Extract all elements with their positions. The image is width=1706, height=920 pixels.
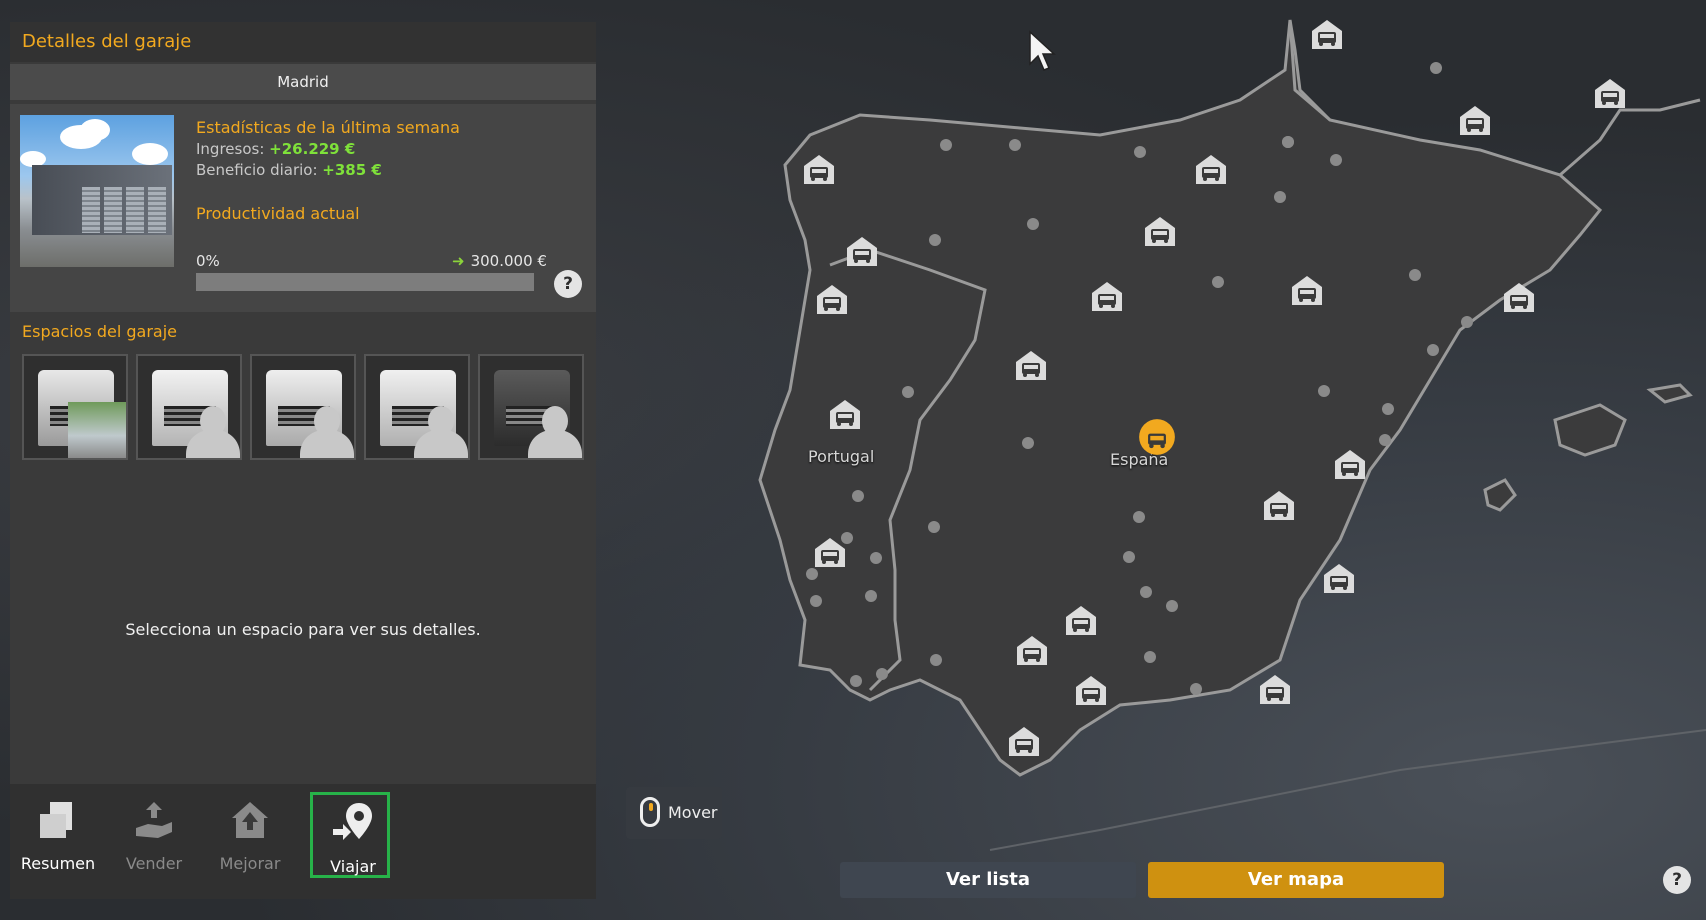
- garage-slot[interactable]: [478, 354, 584, 460]
- map-help-button[interactable]: ?: [1663, 866, 1691, 894]
- garage-pin-icon[interactable]: [828, 397, 862, 431]
- productivity-max: ➜ 300.000 €: [452, 252, 584, 270]
- driver-placeholder-icon: [298, 400, 354, 458]
- garage-pin-icon[interactable]: [1502, 280, 1536, 314]
- mallorca: [1553, 403, 1627, 457]
- travel-button[interactable]: Viajar: [310, 792, 390, 878]
- garage-pin-icon[interactable]: [1014, 348, 1048, 382]
- garage-photo: [20, 115, 174, 267]
- daily-profit-value: +385 €: [322, 161, 382, 179]
- garage-pin-icon[interactable]: [1074, 673, 1108, 707]
- garage-pin-icon[interactable]: [1310, 17, 1344, 51]
- garage-slot[interactable]: [136, 354, 242, 460]
- home-garage-pin[interactable]: [1138, 418, 1176, 456]
- stats-box: Estadísticas de la última semana Ingreso…: [10, 104, 596, 312]
- garage-pin-icon[interactable]: [813, 535, 847, 569]
- garage-pin-icon[interactable]: [1290, 273, 1324, 307]
- garage-city: Madrid: [10, 64, 596, 100]
- productivity-min: 0%: [196, 252, 220, 270]
- garage-pin-icon[interactable]: [1090, 279, 1124, 313]
- income-label: Ingresos:: [196, 140, 265, 158]
- summary-button[interactable]: Resumen: [18, 792, 98, 878]
- mover-hint: Mover: [626, 787, 722, 839]
- garage-pin-icon[interactable]: [1064, 603, 1098, 637]
- arrow-right-icon: ➜: [452, 252, 465, 270]
- daily-profit-row: Beneficio diario: +385 €: [196, 161, 382, 179]
- daily-profit-label: Beneficio diario:: [196, 161, 318, 179]
- view-map-button[interactable]: Ver mapa: [1148, 862, 1444, 898]
- productivity-help-button[interactable]: ?: [554, 270, 582, 298]
- france-coast: [1559, 98, 1701, 177]
- garage-slots-heading: Espacios del garaje: [22, 322, 178, 341]
- garage-slot[interactable]: [22, 354, 128, 460]
- driver-placeholder-icon: [184, 400, 240, 458]
- documents-icon: [40, 802, 72, 838]
- garage-actions-bar: Resumen Vender Mejorar Viajar: [10, 784, 596, 899]
- upgrade-button[interactable]: Mejorar: [210, 792, 290, 878]
- sell-button[interactable]: Vender: [114, 792, 194, 878]
- house-upgrade-icon: [232, 802, 268, 838]
- driver-placeholder-icon: [412, 400, 468, 458]
- garage-pin-icon[interactable]: [1593, 76, 1627, 110]
- menorca: [1646, 383, 1693, 404]
- garage-pin-icon[interactable]: [1194, 152, 1228, 186]
- garage-pin-icon[interactable]: [1262, 488, 1296, 522]
- mouse-icon: [640, 797, 660, 827]
- mover-label: Mover: [668, 803, 718, 822]
- country-label-portugal: Portugal: [808, 447, 875, 466]
- stats-heading: Estadísticas de la última semana: [196, 118, 460, 137]
- africa-coast: [989, 729, 1706, 851]
- garage-pin-icon[interactable]: [1143, 214, 1177, 248]
- driver-placeholder-icon: [526, 400, 582, 458]
- income-row: Ingresos: +26.229 €: [196, 140, 355, 158]
- productivity-heading: Productividad actual: [196, 204, 360, 223]
- mouse-cursor-icon: [1029, 30, 1056, 71]
- garage-pin-icon[interactable]: [802, 152, 836, 186]
- garage-pin-icon[interactable]: [1007, 724, 1041, 758]
- garage-pin-icon[interactable]: [1333, 447, 1367, 481]
- travel-pin-icon: [333, 803, 372, 840]
- income-value: +26.229 €: [269, 140, 356, 158]
- garage-pin-icon[interactable]: [1258, 672, 1292, 706]
- sell-label: Vender: [125, 854, 183, 873]
- panel-title: Detalles del garaje: [10, 22, 596, 62]
- garage-details-panel: Detalles del garaje Madrid Estadísticas …: [10, 22, 596, 899]
- travel-label: Viajar: [330, 857, 376, 876]
- garage-pin-icon[interactable]: [815, 282, 849, 316]
- slot-hint-text: Selecciona un espacio para ver sus detal…: [125, 620, 481, 639]
- view-list-button[interactable]: Ver lista: [840, 862, 1136, 898]
- summary-label: Resumen: [20, 854, 96, 873]
- garage-slot[interactable]: [250, 354, 356, 460]
- productivity-max-label: 300.000 €: [470, 252, 547, 270]
- garage-pin-icon[interactable]: [845, 234, 879, 268]
- ibiza: [1483, 478, 1517, 512]
- sell-hand-icon: [136, 802, 172, 838]
- productivity-bar: [196, 273, 534, 291]
- garage-pin-icon[interactable]: [1458, 103, 1492, 137]
- garage-slot[interactable]: [364, 354, 470, 460]
- garage-pin-icon[interactable]: [1322, 561, 1356, 595]
- upgrade-label: Mejorar: [219, 854, 281, 873]
- garage-pin-icon[interactable]: [1015, 633, 1049, 667]
